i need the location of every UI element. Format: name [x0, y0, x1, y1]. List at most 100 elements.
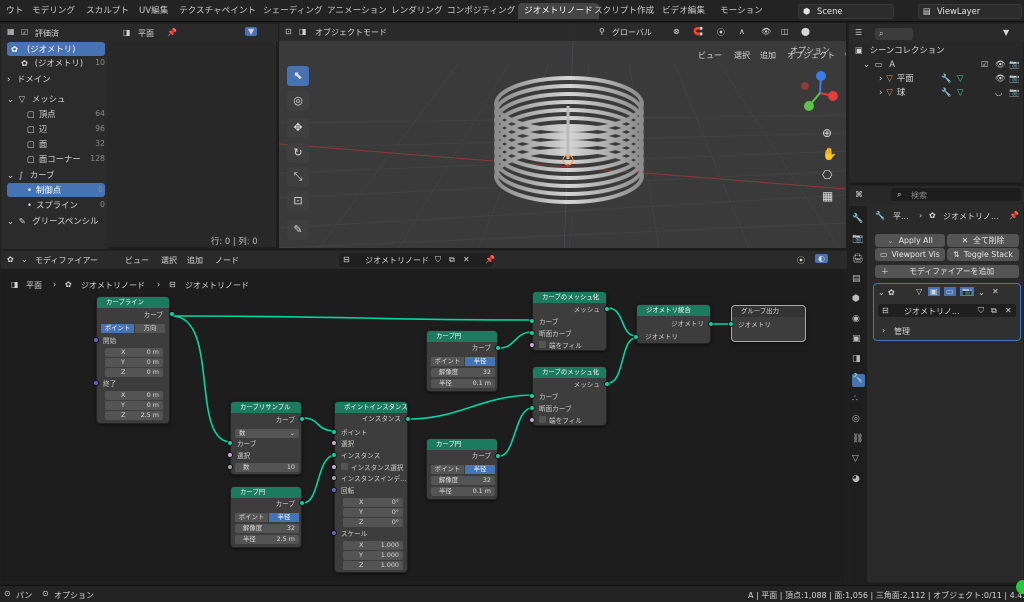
camera-render-icon[interactable]: 📷: [1009, 85, 1019, 99]
node-socket[interactable]: [169, 311, 175, 317]
node-socket[interactable]: [331, 487, 337, 493]
scene-tab-icon[interactable]: ⬢: [852, 294, 865, 307]
workspace-tab[interactable]: ビデオ編集: [656, 3, 711, 19]
workspace-tab[interactable]: スカルプト: [80, 3, 135, 19]
workspace-tab[interactable]: テクスチャペイント: [173, 3, 262, 19]
curve-category[interactable]: ⌄ ∫ カーブ: [7, 168, 107, 182]
camera-icon[interactable]: ⎔: [822, 165, 837, 186]
node-socket[interactable]: [93, 380, 99, 386]
mesh-category[interactable]: ⌄ ▽ メッシュ: [7, 92, 107, 106]
vector-component-field[interactable]: X 0°: [343, 498, 403, 507]
resolution-field[interactable]: 解像度 32: [431, 368, 495, 377]
editor-type-icon[interactable]: ✿: [7, 255, 14, 264]
scene-collection[interactable]: ▣ シーンコレクション: [855, 43, 945, 57]
node-menu-item[interactable]: ビュー: [125, 255, 149, 266]
chevron-right-icon[interactable]: ›: [882, 326, 885, 335]
output-tab-icon[interactable]: 🖨: [852, 254, 865, 267]
node-socket[interactable]: [529, 342, 535, 348]
material-tab-icon[interactable]: ◕: [852, 474, 865, 487]
instance-select-checkbox[interactable]: インスタンス選択: [341, 463, 404, 473]
overlay-icon[interactable]: ◐: [815, 254, 828, 263]
eye-icon[interactable]: 👁: [995, 57, 1006, 71]
select-tool-icon[interactable]: ⬉: [287, 66, 309, 86]
data-tab-icon[interactable]: ▽: [852, 454, 865, 467]
viewport-menu-item[interactable]: 選択: [734, 50, 750, 61]
radius-field[interactable]: 半径 0.1 m: [431, 379, 495, 388]
workspace-tab[interactable]: UV編集: [133, 3, 174, 19]
grease-pencil-category[interactable]: ⌄ ✎ グリースペンシル: [7, 214, 107, 228]
world-tab-icon[interactable]: ◉: [852, 314, 865, 327]
vector-component-field[interactable]: Y 0°: [343, 508, 403, 517]
vector-component-field[interactable]: Z 1.000: [343, 561, 403, 570]
apply-all-button[interactable]: ⌄ Apply All: [875, 234, 945, 247]
scale-tool-icon[interactable]: ⤡: [287, 167, 309, 187]
vector-component-field[interactable]: Y 1.000: [343, 551, 403, 560]
workspace-tab[interactable]: ウト: [0, 3, 29, 19]
vector-component-field[interactable]: X 1.000: [343, 541, 403, 550]
node-socket[interactable]: [604, 306, 610, 312]
node-socket[interactable]: [93, 337, 99, 343]
proportional-edit-icon[interactable]: ⦿: [717, 27, 725, 38]
node-curve-circle-profile-a[interactable]: カーブ円 カーブ ポイント 半径 解像度 32 半径 0.1 m: [426, 330, 498, 392]
node-socket[interactable]: [331, 440, 337, 446]
hand-icon[interactable]: ✋: [822, 144, 837, 165]
fake-user-icon[interactable]: ⛉: [435, 255, 441, 265]
scene-selector[interactable]: ⬢ Scene: [798, 4, 894, 19]
node-curve-resample[interactable]: カーブリサンプル カーブ 数 ⌄ カーブ 選択 数 10: [230, 401, 302, 475]
node-curve-circle-large[interactable]: カーブ円 カーブ ポイント 半径 解像度 32 半径 2.5 m: [230, 486, 302, 548]
mode-radius-button[interactable]: 半径: [269, 513, 299, 522]
node-socket[interactable]: [529, 330, 535, 336]
pin-icon[interactable]: 📌: [167, 28, 177, 37]
modifier-tab-icon[interactable]: 🔧: [852, 374, 865, 387]
outliner-search-icon[interactable]: ⌕: [875, 28, 914, 40]
tool-tab-icon[interactable]: 🔧: [852, 214, 865, 227]
vector-component-field[interactable]: X0 m: [105, 348, 163, 357]
chevron-down-icon[interactable]: ⌄: [878, 288, 885, 297]
vector-component-field[interactable]: Z0 m: [105, 368, 163, 377]
rotate-tool-icon[interactable]: ↻: [287, 143, 309, 163]
node-socket[interactable]: [331, 464, 337, 470]
vector-component-field[interactable]: X0 m: [105, 391, 163, 400]
dropdown-icon[interactable]: ⌄: [978, 288, 985, 297]
fill-caps-checkbox[interactable]: 端をフィル: [539, 341, 582, 350]
mesh-domain-row[interactable]: ▢ 面コーナー 128: [27, 152, 107, 166]
close-icon[interactable]: ✕: [992, 287, 999, 296]
workspace-tab[interactable]: ジオメトリノード: [518, 3, 599, 19]
snap-icon[interactable]: ⦿: [797, 255, 805, 266]
node-socket[interactable]: [299, 416, 305, 422]
grid-icon[interactable]: ▦: [822, 186, 837, 207]
node-socket[interactable]: [331, 452, 337, 458]
render-icon[interactable]: 📷: [960, 287, 974, 296]
mode-point-button[interactable]: ポイント: [431, 465, 464, 474]
workspace-tab[interactable]: シェーディング: [257, 3, 329, 19]
workspace-tab[interactable]: アニメーション: [321, 3, 393, 19]
eval-mode-label[interactable]: 評価済: [35, 28, 59, 39]
viewport-vis-button[interactable]: ▭ Viewport Vis: [875, 248, 945, 261]
outliner-item[interactable]: › ▽ 平面 🔧 ▽ 👁 📷: [879, 71, 1021, 85]
snap-icon[interactable]: 🧲: [693, 27, 703, 36]
duplicate-icon[interactable]: ⧉: [449, 255, 455, 265]
editmode-icon[interactable]: ▽: [916, 287, 922, 296]
unlink-icon[interactable]: ✕: [463, 255, 470, 264]
collection-tab-icon[interactable]: ▣: [852, 334, 865, 347]
camera-render-icon[interactable]: 📷: [1009, 71, 1019, 85]
object-tab-icon[interactable]: ◨: [852, 354, 865, 367]
checkbox-icon[interactable]: ☑: [981, 57, 989, 71]
node-socket[interactable]: [405, 416, 411, 422]
delete-all-button[interactable]: ✕ 全て削除: [947, 234, 1019, 247]
node-socket[interactable]: [299, 500, 305, 506]
node-group-output[interactable]: グループ出力 ジオメトリ: [731, 305, 806, 342]
selected-geometry-item[interactable]: ✿ (ジオメトリ): [7, 42, 105, 56]
add-modifier-button[interactable]: ＋ モディファイアーを追加: [875, 265, 1019, 278]
zoom-icon[interactable]: ⊕: [822, 123, 837, 144]
duplicate-icon[interactable]: ⧉: [991, 306, 997, 316]
node-socket[interactable]: [331, 475, 337, 481]
fill-caps-checkbox[interactable]: 端をフィル: [539, 416, 582, 425]
cursor-tool-icon[interactable]: ◎: [287, 91, 309, 111]
vector-component-field[interactable]: Z 0°: [343, 518, 403, 527]
curve-domain-row[interactable]: • スプライン 0: [27, 198, 107, 212]
node-socket[interactable]: [495, 453, 501, 459]
resample-mode-dropdown[interactable]: 数 ⌄: [235, 429, 299, 438]
node-menu-item[interactable]: 追加: [187, 255, 203, 266]
geometry-item[interactable]: ✿ (ジオメトリ) 10: [21, 56, 107, 70]
